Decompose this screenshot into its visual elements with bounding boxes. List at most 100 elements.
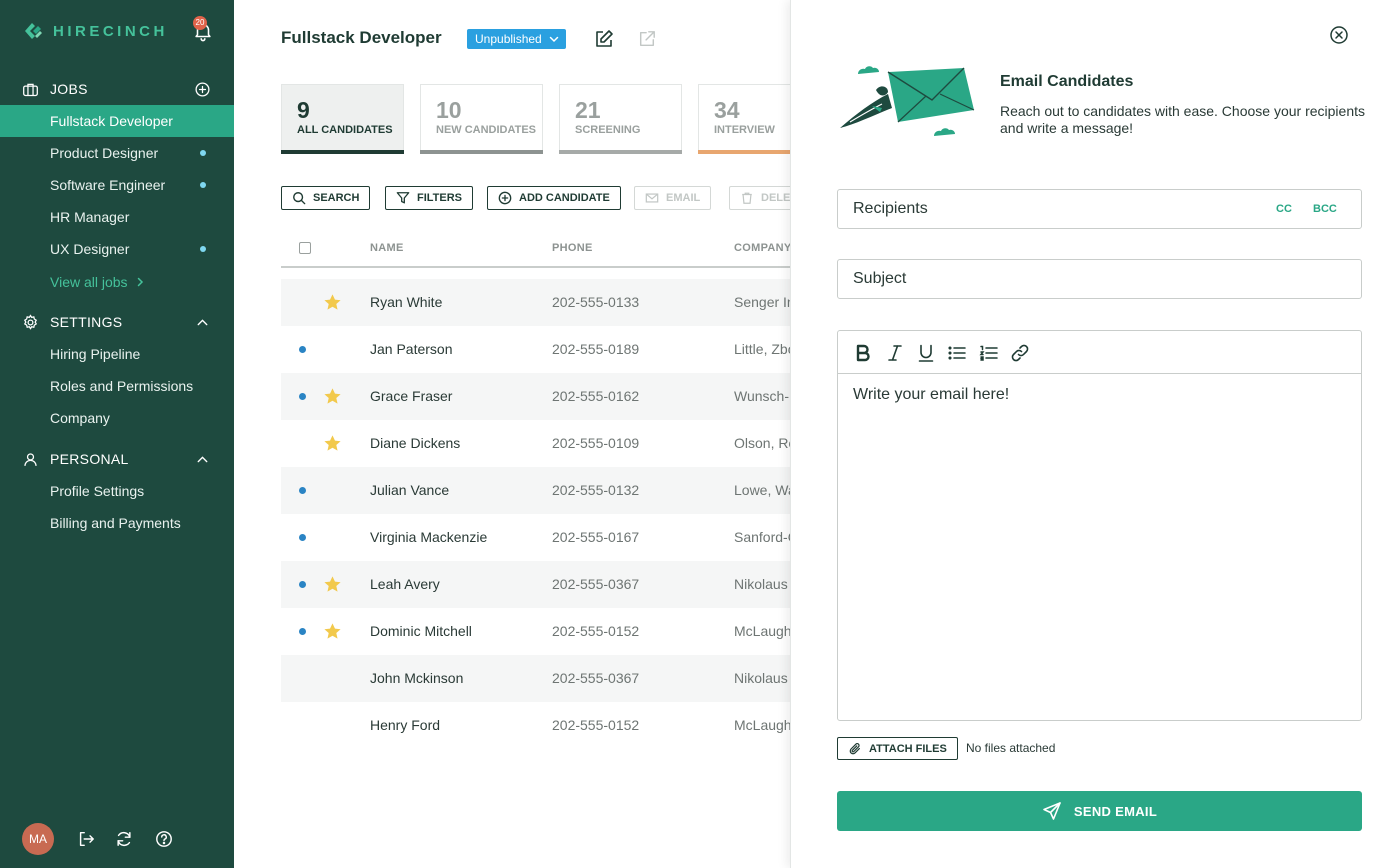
- sidebar-item-roles-and-permissions[interactable]: Roles and Permissions: [0, 370, 234, 402]
- bcc-button[interactable]: BCC: [1313, 203, 1337, 215]
- sidebar-item-company[interactable]: Company: [0, 402, 234, 434]
- tab-interview[interactable]: 34 INTERVIEW: [698, 84, 790, 154]
- edit-icon[interactable]: [594, 29, 614, 49]
- personal-section-header[interactable]: PERSONAL: [0, 445, 234, 473]
- search-button[interactable]: SEARCH: [281, 186, 371, 210]
- link-icon[interactable]: [1010, 343, 1030, 363]
- view-all-jobs-label: View all jobs: [50, 274, 128, 290]
- candidate-company: Olson, Rowe: [734, 435, 790, 451]
- close-icon[interactable]: [1329, 25, 1349, 45]
- bullet-list-icon[interactable]: [947, 343, 967, 363]
- add-candidate-button[interactable]: ADD CANDIDATE: [487, 186, 621, 210]
- candidate-company: Sanford-Ondricka: [734, 529, 790, 545]
- recipients-field[interactable]: CC BCC: [837, 189, 1362, 229]
- sidebar-item-hiring-pipeline[interactable]: Hiring Pipeline: [0, 338, 234, 370]
- star-icon[interactable]: [323, 575, 342, 594]
- filter-icon: [396, 192, 410, 204]
- numbered-list-icon[interactable]: [979, 343, 999, 363]
- table-row[interactable]: Henry Ford 202-555-0152 McLaughlin LLC: [281, 702, 790, 749]
- sidebar-item-ux-designer[interactable]: UX Designer: [0, 233, 234, 265]
- candidate-name[interactable]: Henry Ford: [370, 717, 440, 733]
- candidate-name[interactable]: Diane Dickens: [370, 435, 460, 451]
- candidate-phone: 202-555-0167: [552, 529, 640, 545]
- table-row[interactable]: Ryan White 202-555-0133 Senger Inc: [281, 279, 790, 326]
- candidate-name[interactable]: Virginia Mackenzie: [370, 529, 487, 545]
- candidate-phone: 202-555-0152: [552, 623, 640, 639]
- sidebar-item-hr-manager[interactable]: HR Manager: [0, 201, 234, 233]
- sidebar-item-profile-settings[interactable]: Profile Settings: [0, 475, 234, 507]
- sidebar-item-software-engineer[interactable]: Software Engineer: [0, 169, 234, 201]
- candidate-name[interactable]: Grace Fraser: [370, 388, 452, 404]
- star-icon[interactable]: [323, 434, 342, 453]
- candidate-company: Wunsch-Kuhn: [734, 388, 790, 404]
- star-icon[interactable]: [323, 293, 342, 312]
- attach-files-label: ATTACH FILES: [869, 742, 947, 755]
- candidate-phone: 202-555-0189: [552, 341, 640, 357]
- underline-icon[interactable]: [916, 343, 936, 363]
- bold-icon[interactable]: [853, 343, 873, 363]
- table-row[interactable]: Leah Avery 202-555-0367 Nikolaus Group: [281, 561, 790, 608]
- email-body-textarea[interactable]: [838, 374, 1361, 720]
- candidate-name[interactable]: John Mckinson: [370, 670, 463, 686]
- column-header-name[interactable]: NAME: [370, 242, 404, 254]
- page-title: Fullstack Developer: [281, 28, 442, 47]
- logo[interactable]: HIRECINCH: [22, 20, 168, 42]
- chevron-up-icon[interactable]: [194, 451, 211, 468]
- attach-files-button[interactable]: ATTACH FILES: [837, 737, 958, 760]
- tab-new-candidates[interactable]: 10 NEW CANDIDATES: [420, 84, 543, 154]
- avatar[interactable]: MA: [22, 823, 54, 855]
- status-dropdown[interactable]: Unpublished: [467, 29, 566, 49]
- candidate-name[interactable]: Leah Avery: [370, 576, 440, 592]
- candidate-name[interactable]: Julian Vance: [370, 482, 449, 498]
- send-icon: [1043, 802, 1061, 820]
- settings-section-header[interactable]: SETTINGS: [0, 308, 234, 336]
- delete-button[interactable]: DELETE: [729, 186, 790, 210]
- chevron-up-icon[interactable]: [194, 314, 211, 331]
- candidate-phone: 202-555-0367: [552, 670, 640, 686]
- external-link-icon[interactable]: [638, 30, 656, 48]
- help-icon[interactable]: [155, 830, 173, 848]
- email-label: EMAIL: [666, 192, 701, 204]
- candidate-company: Nikolaus Group: [734, 576, 790, 592]
- filters-button[interactable]: FILTERS: [385, 186, 474, 210]
- tab-screening[interactable]: 21 SCREENING: [559, 84, 682, 154]
- candidate-name[interactable]: Jan Paterson: [370, 341, 453, 357]
- subject-field[interactable]: [837, 259, 1362, 299]
- tab-all-candidates[interactable]: 9 ALL CANDIDATES: [281, 84, 404, 154]
- main-content: Fullstack Developer Unpublished 9 ALL CA…: [234, 0, 790, 868]
- candidate-name[interactable]: Dominic Mitchell: [370, 623, 472, 639]
- sidebar-item-product-designer[interactable]: Product Designer: [0, 137, 234, 169]
- table-row[interactable]: Virginia Mackenzie 202-555-0167 Sanford-On…: [281, 514, 790, 561]
- gear-icon: [23, 314, 38, 330]
- logout-icon[interactable]: [77, 830, 95, 848]
- sidebar-item-billing-and-payments[interactable]: Billing and Payments: [0, 507, 234, 539]
- column-header-phone[interactable]: PHONE: [552, 242, 593, 254]
- table-row[interactable]: Grace Fraser 202-555-0162 Wunsch-Kuhn: [281, 373, 790, 420]
- column-header-company[interactable]: COMPANY: [734, 242, 790, 254]
- table-row[interactable]: Julian Vance 202-555-0132 Lowe, Walker: [281, 467, 790, 514]
- cc-button[interactable]: CC: [1276, 203, 1292, 215]
- logo-mark-icon: [25, 23, 42, 39]
- sidebar: HIRECINCH 20 JOBS Fullstack Developer Pr…: [0, 0, 234, 868]
- jobs-section-header[interactable]: JOBS: [0, 75, 234, 103]
- email-button[interactable]: EMAIL: [634, 186, 712, 210]
- select-all-checkbox[interactable]: [299, 242, 311, 254]
- email-body-editor[interactable]: [837, 330, 1362, 721]
- star-icon[interactable]: [323, 622, 342, 641]
- italic-icon[interactable]: [885, 343, 905, 363]
- add-job-icon[interactable]: [194, 81, 211, 98]
- table-row[interactable]: Diane Dickens 202-555-0109 Olson, Rowe: [281, 420, 790, 467]
- sidebar-item-fullstack-developer[interactable]: Fullstack Developer: [0, 105, 234, 137]
- table-row[interactable]: Dominic Mitchell 202-555-0152 McLaughlin L…: [281, 608, 790, 655]
- table-row[interactable]: Jan Paterson 202-555-0189 Little, Zboncak: [281, 326, 790, 373]
- view-all-jobs-link[interactable]: View all jobs: [0, 266, 234, 298]
- star-icon[interactable]: [323, 387, 342, 406]
- table-row[interactable]: John Mckinson 202-555-0367 Nikolaus Group: [281, 655, 790, 702]
- new-indicator-dot: [299, 581, 306, 588]
- settings-label: SETTINGS: [50, 314, 123, 330]
- sidebar-item-label: Billing and Payments: [50, 515, 181, 531]
- refresh-icon[interactable]: [115, 830, 133, 848]
- candidate-name[interactable]: Ryan White: [370, 294, 442, 310]
- send-email-button[interactable]: SEND EMAIL: [837, 791, 1362, 831]
- subject-input[interactable]: [838, 260, 1361, 298]
